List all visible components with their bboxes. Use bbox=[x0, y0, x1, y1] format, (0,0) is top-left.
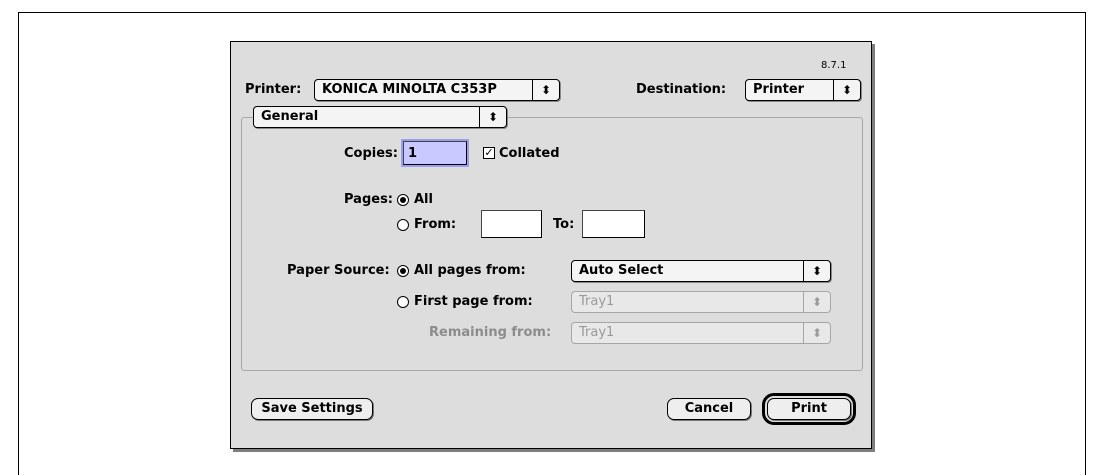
remaining-from-popup: Tray1 ⬍ bbox=[571, 322, 831, 344]
first-page-from-arrow-icon: ⬍ bbox=[803, 292, 830, 312]
pages-label: Pages: bbox=[344, 192, 394, 207]
print-button[interactable]: Print bbox=[762, 393, 856, 425]
popup-arrow-icon: ⬍ bbox=[487, 110, 499, 124]
print-dialog: 8.7.1 Printer: KONICA MINOLTA C353P ⬍ De… bbox=[230, 41, 872, 449]
destination-popup-value: Printer bbox=[753, 82, 805, 97]
popup-arrow-icon: ⬍ bbox=[540, 83, 552, 97]
all-pages-from-label[interactable]: All pages from: bbox=[414, 263, 526, 279]
printer-popup-arrow-icon: ⬍ bbox=[532, 80, 559, 100]
printer-popup-value: KONICA MINOLTA C353P bbox=[322, 82, 497, 97]
paper-source-label: Paper Source: bbox=[287, 263, 390, 278]
copies-input[interactable] bbox=[404, 142, 466, 165]
all-pages-from-arrow-icon: ⬍ bbox=[803, 261, 830, 281]
first-page-from-value: Tray1 bbox=[579, 294, 615, 309]
remaining-from-label: Remaining from: bbox=[429, 325, 552, 340]
copies-label: Copies: bbox=[344, 146, 398, 161]
copies-field[interactable] bbox=[401, 139, 469, 167]
remaining-from-arrow-icon: ⬍ bbox=[803, 323, 830, 343]
first-page-from-label[interactable]: First page from: bbox=[414, 294, 533, 310]
pages-from-radio[interactable] bbox=[397, 219, 409, 231]
popup-arrow-icon: ⬍ bbox=[811, 264, 823, 278]
destination-popup-arrow-icon: ⬍ bbox=[833, 80, 860, 100]
pages-from-input[interactable] bbox=[482, 211, 541, 237]
panel-popup[interactable]: General ⬍ bbox=[253, 106, 507, 128]
first-page-from-radio[interactable] bbox=[397, 296, 409, 308]
collated-label[interactable]: Collated bbox=[499, 146, 560, 162]
pages-to-field[interactable] bbox=[582, 210, 645, 238]
pages-to-input[interactable] bbox=[583, 211, 644, 237]
popup-arrow-icon: ⬍ bbox=[841, 83, 853, 97]
panel-popup-arrow-icon: ⬍ bbox=[479, 107, 506, 127]
pages-to-label: To: bbox=[553, 217, 575, 232]
printer-popup[interactable]: KONICA MINOLTA C353P ⬍ bbox=[314, 79, 560, 101]
cancel-button[interactable]: Cancel bbox=[667, 398, 751, 420]
popup-arrow-icon: ⬍ bbox=[811, 326, 823, 340]
destination-popup[interactable]: Printer ⬍ bbox=[745, 79, 861, 101]
destination-label: Destination: bbox=[636, 82, 727, 97]
all-pages-from-radio[interactable] bbox=[397, 265, 409, 277]
remaining-from-value: Tray1 bbox=[579, 325, 615, 340]
version-label: 8.7.1 bbox=[821, 60, 847, 71]
pages-all-radio[interactable] bbox=[397, 194, 409, 206]
printer-label: Printer: bbox=[245, 82, 302, 97]
pages-from-label[interactable]: From: bbox=[414, 217, 456, 233]
pages-from-field[interactable] bbox=[481, 210, 542, 238]
panel-popup-value: General bbox=[261, 109, 319, 124]
collated-checkbox[interactable]: ✓ bbox=[483, 147, 495, 159]
all-pages-from-value: Auto Select bbox=[579, 263, 664, 278]
check-icon: ✓ bbox=[484, 146, 494, 159]
all-pages-from-popup[interactable]: Auto Select ⬍ bbox=[571, 260, 831, 282]
first-page-from-popup: Tray1 ⬍ bbox=[571, 291, 831, 313]
save-settings-button[interactable]: Save Settings bbox=[251, 398, 373, 420]
popup-arrow-icon: ⬍ bbox=[811, 295, 823, 309]
pages-all-label[interactable]: All bbox=[414, 192, 433, 208]
